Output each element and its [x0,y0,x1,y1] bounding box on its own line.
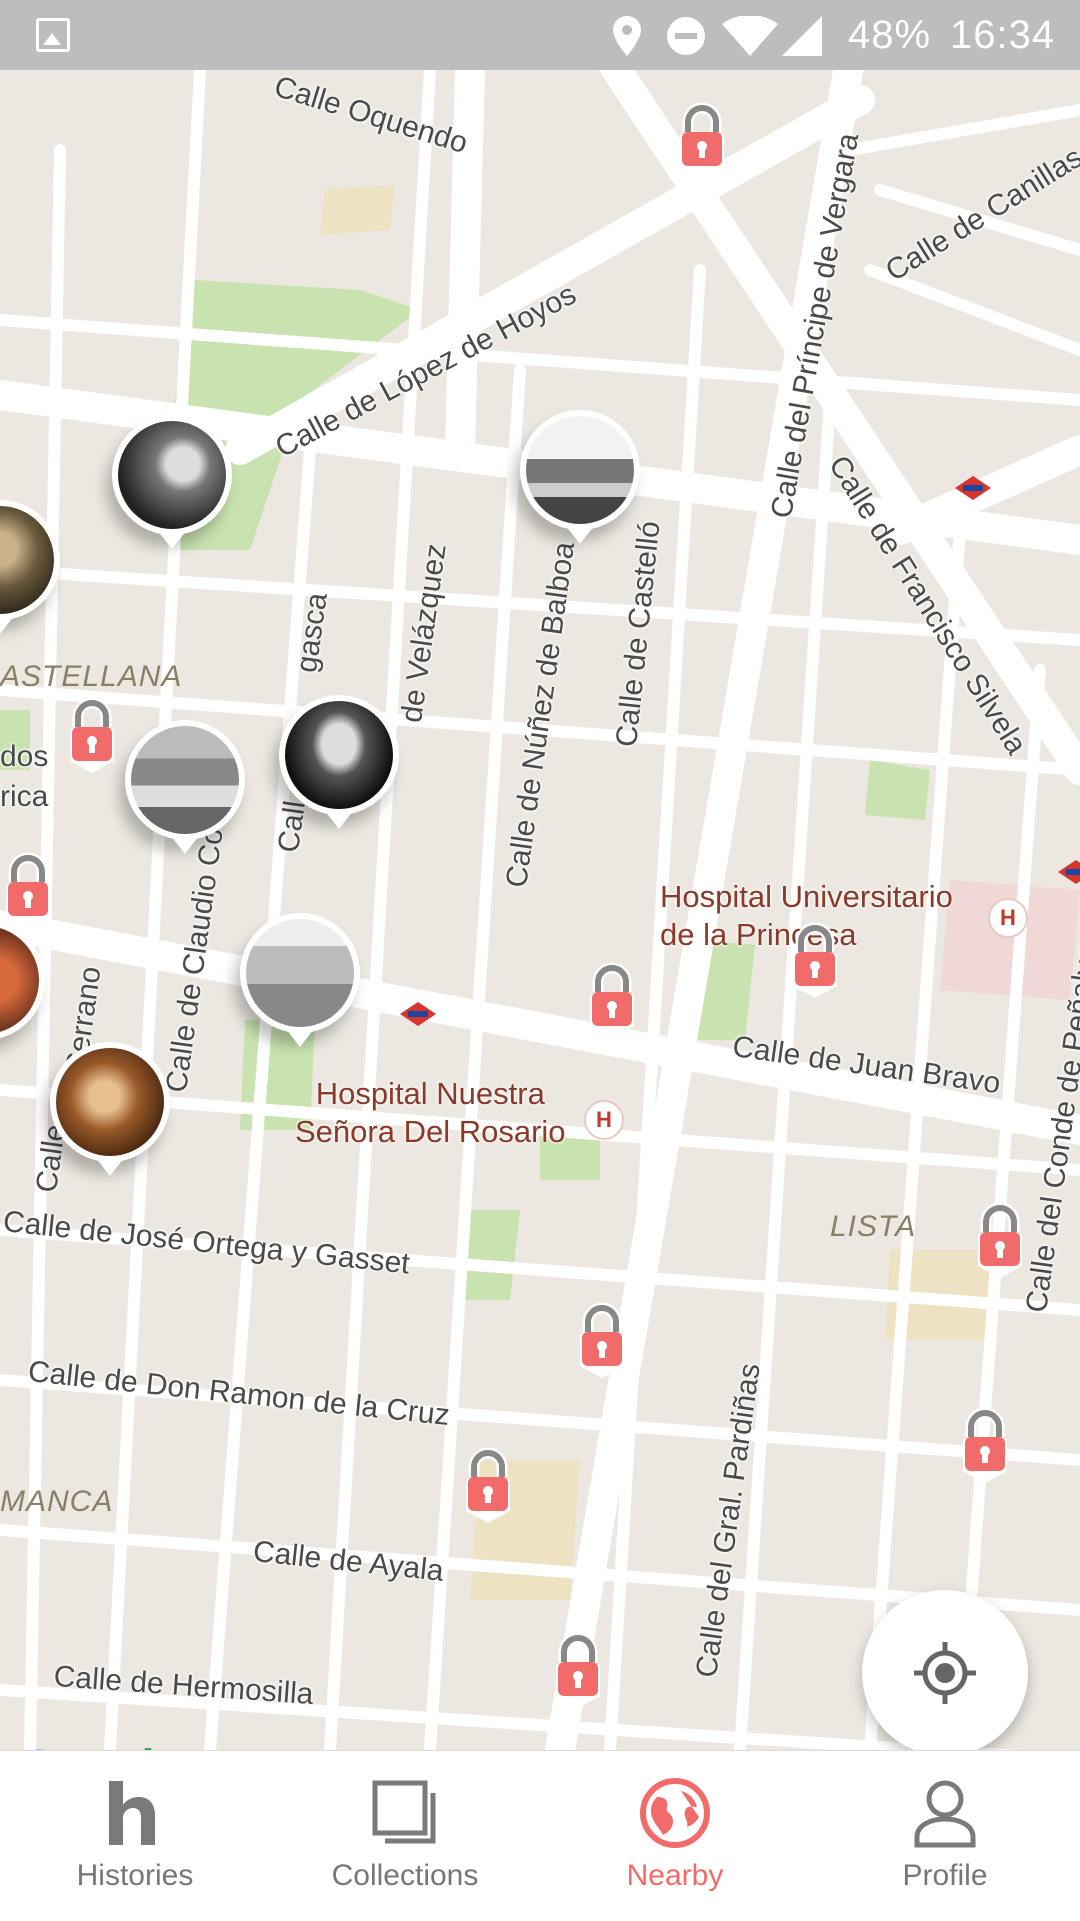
marker-photo [246,919,354,1027]
story-marker[interactable] [520,410,640,544]
lock-icon[interactable] [548,1630,608,1710]
marker-photo [526,416,634,524]
story-marker[interactable] [125,720,245,854]
metro-icon [1058,860,1080,884]
tab-label: Histories [76,1859,194,1892]
story-marker[interactable] [112,415,232,549]
district-label: LISTA [830,1210,917,1243]
person-icon [914,1780,976,1848]
tab-nearby[interactable]: Nearby [540,1751,810,1921]
hospital-icon: H [584,1100,624,1140]
street-label: dos [0,740,49,773]
google-logo: Google [20,1740,180,1750]
tab-profile[interactable]: Profile [810,1751,1080,1921]
district-label: MANCA [0,1485,114,1518]
tab-collections[interactable]: Collections [270,1751,540,1921]
histories-icon [109,1781,155,1845]
marker-photo [56,1048,164,1156]
marker-photo [118,421,226,529]
my-location-button[interactable] [862,1590,1028,1750]
signal-icon [782,16,822,56]
tab-label: Profile [902,1859,988,1892]
my-location-icon [914,1642,976,1704]
battery-percent: 48% [848,13,932,57]
story-marker[interactable] [50,1042,170,1176]
marker-photo [285,701,393,809]
lock-icon[interactable] [672,100,732,180]
map[interactable]: Calle Oquendo Calle de López de Hoyos Ca… [0,70,1080,1750]
park [865,760,930,820]
lock-icon[interactable] [582,960,642,1040]
district-label: ASTELLANA [0,660,183,693]
location-icon [613,16,641,56]
lock-icon[interactable] [0,850,58,930]
tab-histories[interactable]: Histories [0,1751,270,1921]
lock-icon[interactable] [970,1200,1030,1280]
poi-hospital-rosario[interactable]: Hospital Nuestra Señora Del Rosario [295,1075,566,1151]
lock-icon[interactable] [62,695,122,775]
collections-icon [372,1780,436,1844]
marker-photo [131,726,239,834]
hospital-icon: H [988,898,1028,938]
story-marker[interactable] [240,913,360,1047]
clock: 16:34 [950,13,1056,57]
lock-icon[interactable] [785,920,845,1000]
do-not-disturb-icon [667,17,705,55]
lock-icon[interactable] [955,1405,1015,1485]
image-icon [36,18,70,52]
street-label: Call [272,798,312,855]
status-bar: 48% 16:34 [0,0,1080,70]
tab-label: Collections [331,1859,479,1892]
bottom-navigation: Histories Collections Nearby Profile [0,1750,1080,1921]
street-label: rica [0,780,49,813]
plaza-area [320,185,395,235]
tab-label: Nearby [626,1859,724,1892]
story-marker[interactable] [279,695,399,829]
metro-icon [400,1002,436,1026]
wifi-icon [722,16,778,56]
lock-icon[interactable] [572,1300,632,1380]
metro-icon [955,476,991,500]
lock-icon[interactable] [458,1445,518,1525]
marker-photo [0,506,54,614]
globe-icon [640,1778,710,1848]
